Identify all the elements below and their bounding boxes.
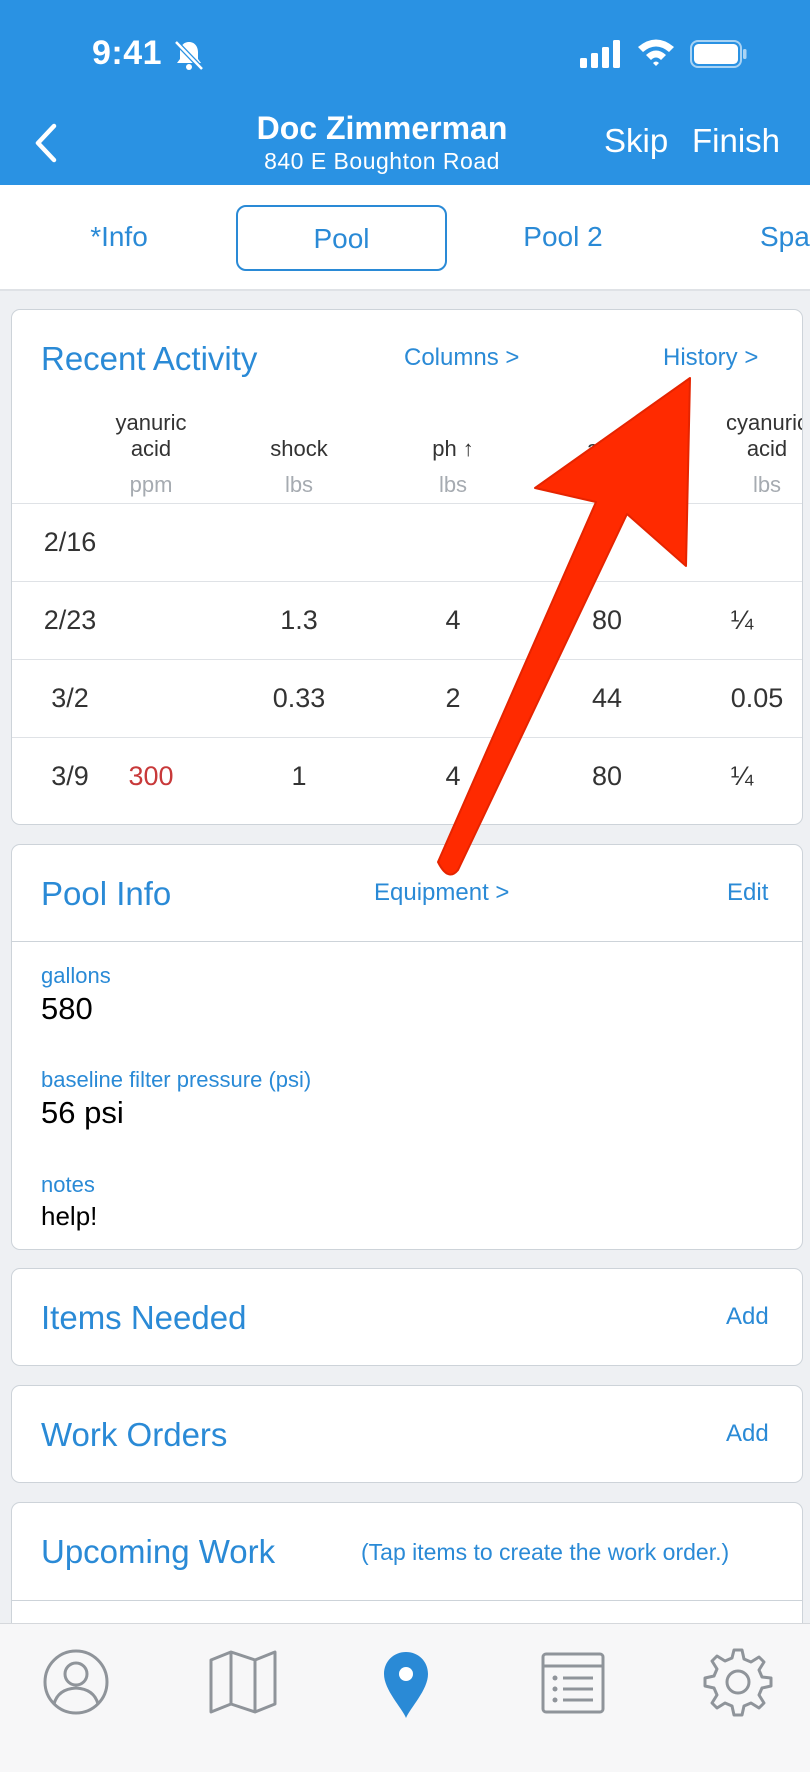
row-value: ¼ (730, 605, 754, 635)
column-unit: lbs (438, 472, 468, 497)
tab-spa[interactable]: Spa (760, 205, 810, 271)
column-name-line1: cyanuric (726, 410, 803, 435)
tab-pool-2[interactable]: Pool 2 (488, 205, 638, 271)
upcoming-work-title: Upcoming Work (41, 1533, 276, 1570)
recent-activity-card: Recent Activity Columns > History > yanu… (11, 309, 803, 825)
gallons-value: 580 (41, 991, 93, 1026)
tab-pool[interactable]: Pool (236, 205, 447, 271)
column-header[interactable]: alka (542, 436, 672, 462)
wifi-icon (638, 39, 674, 66)
bottom-tab-bar (0, 1623, 810, 1772)
column-header[interactable]: ph ↑ (388, 436, 518, 462)
divider (12, 1600, 802, 1601)
items-needed-title: Items Needed (41, 1299, 247, 1336)
tab-info[interactable]: *Info (44, 205, 194, 271)
activity-row[interactable]: 3/9 300 1 4 80 ¼ (12, 737, 802, 815)
work-orders-card: Work Orders Add (11, 1385, 803, 1483)
row-date: 2/23 (43, 605, 97, 635)
skip-button[interactable]: Skip (604, 122, 668, 160)
gallons-label: gallons (41, 963, 111, 988)
column-header[interactable]: yanuric acid (86, 410, 216, 462)
pool-info-card: Pool Info Equipment > Edit gallons 580 b… (11, 844, 803, 1250)
row-value: 44 (591, 683, 623, 713)
row-value: 80 (591, 761, 623, 791)
column-name-line1: yanuric (115, 410, 187, 435)
history-link[interactable]: History > (663, 344, 758, 372)
work-orders-title: Work Orders (41, 1416, 228, 1453)
pool-info-title: Pool Info (41, 875, 172, 912)
column-header[interactable]: shock (234, 436, 364, 462)
location-pin-icon[interactable] (366, 1642, 446, 1722)
notes-value: help! (41, 1201, 98, 1231)
bell-slash-icon (174, 40, 204, 71)
upcoming-work-hint: (Tap items to create the work order.) (361, 1539, 730, 1565)
customer-name: Doc Zimmerman (256, 110, 508, 146)
column-name-line2: acid (130, 436, 172, 461)
column-unit: lbs (284, 472, 314, 497)
gear-icon[interactable] (698, 1642, 778, 1722)
columns-link[interactable]: Columns > (404, 344, 519, 372)
row-value: 4 (445, 605, 461, 635)
body-of-water-tabs: *Info Pool Pool 2 Spa (0, 185, 810, 291)
add-work-order-button[interactable]: Add (726, 1420, 769, 1448)
column-unit: lbs (752, 472, 782, 497)
back-chevron-icon[interactable] (30, 118, 64, 168)
divider (12, 941, 802, 942)
customer-heading: Doc Zimmerman 840 E Boughton Road (200, 110, 564, 176)
row-value: 80 (591, 605, 623, 635)
row-value: 0.05 (730, 683, 784, 713)
row-value: 1 (291, 761, 307, 791)
customer-address: 840 E Boughton Road (264, 148, 500, 174)
edit-button[interactable]: Edit (727, 879, 768, 907)
filter-pressure-label: baseline filter pressure (psi) (41, 1067, 312, 1092)
items-needed-card: Items Needed Add (11, 1268, 803, 1366)
finish-button[interactable]: Finish (692, 122, 780, 160)
profile-icon[interactable] (36, 1642, 116, 1722)
activity-row[interactable]: 2/23 1.3 4 80 ¼ (12, 581, 802, 659)
cellular-signal-icon (580, 40, 620, 68)
add-item-button[interactable]: Add (726, 1303, 769, 1331)
status-time: 9:41 (92, 34, 163, 72)
upcoming-work-card: Upcoming Work (Tap items to create the w… (11, 1502, 803, 1642)
list-icon[interactable] (533, 1642, 613, 1722)
filter-pressure-value: 56 psi (41, 1095, 124, 1130)
app-header: 9:41 Doc Zimmerman 840 E Boughton Road S… (0, 0, 810, 185)
row-date: 2/16 (43, 527, 97, 557)
map-icon[interactable] (203, 1642, 283, 1722)
notes-label: notes (41, 1172, 95, 1197)
row-value: 1.3 (280, 605, 318, 635)
recent-activity-title: Recent Activity (41, 340, 258, 377)
activity-row[interactable]: 3/2 0.33 2 44 0.05 (12, 659, 802, 737)
row-value: 4 (445, 761, 461, 791)
row-value: ¼ (730, 761, 754, 791)
row-value-flagged: 300 (128, 761, 174, 791)
battery-icon (690, 40, 747, 68)
row-date: 3/2 (51, 683, 89, 713)
column-unit: ppm (129, 472, 173, 497)
row-value: 0.33 (272, 683, 326, 713)
activity-row[interactable]: 2/16 (12, 503, 802, 581)
row-value: 2 (445, 683, 461, 713)
equipment-link[interactable]: Equipment > (374, 879, 509, 907)
column-header[interactable]: cyanuric acid (702, 410, 803, 462)
column-name-line2: acid (746, 436, 788, 461)
